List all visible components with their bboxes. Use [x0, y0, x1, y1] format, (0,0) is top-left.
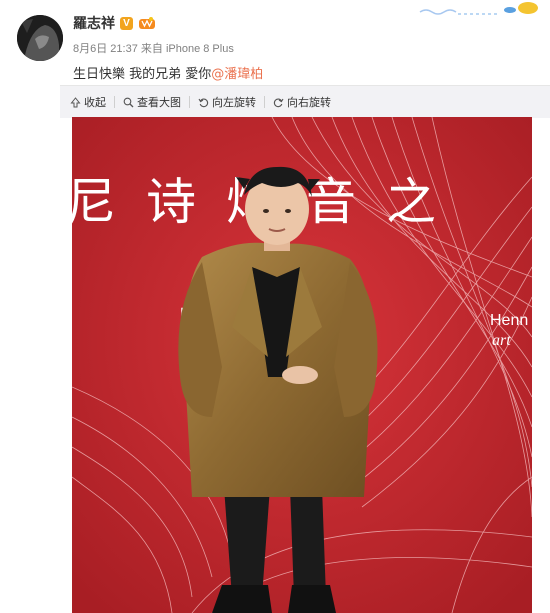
post-content: 生日快樂 我的兄弟 愛你@潘瑋柏: [73, 63, 263, 82]
collapse-button[interactable]: 收起: [70, 94, 106, 110]
mention-link[interactable]: @潘瑋柏: [211, 67, 263, 82]
toolbar-divider: [189, 96, 190, 108]
rotate-left-icon: [198, 98, 209, 107]
collapse-label: 收起: [84, 96, 106, 109]
rotate-left-button[interactable]: 向左旋转: [198, 94, 256, 110]
user-name-row: 羅志祥 V: [73, 13, 156, 33]
view-large-label: 查看大图: [137, 96, 181, 109]
rotate-right-button[interactable]: 向右旋转: [273, 94, 331, 110]
magnifier-icon: [123, 97, 134, 107]
post-date[interactable]: 8月6日 21:37: [73, 43, 138, 55]
rotate-right-label: 向右旋转: [287, 96, 331, 109]
media-toolbar: 收起 查看大图 向左旋转 向右旋转: [60, 85, 550, 118]
post-meta: 8月6日 21:37 来自 iPhone 8 Plus: [73, 40, 234, 56]
toolbar-divider: [114, 96, 115, 108]
post-source[interactable]: iPhone 8 Plus: [166, 43, 234, 55]
brand-script: art: [492, 332, 511, 349]
post-photo[interactable]: 尼诗炫音之 H Henn art: [72, 117, 532, 613]
vip-crown-icon: [139, 17, 155, 29]
rotate-right-icon: [273, 98, 284, 107]
username[interactable]: 羅志祥: [73, 13, 115, 33]
photo-image: 尼诗炫音之 H Henn art: [72, 117, 532, 613]
post-text: 生日快樂 我的兄弟 愛你: [73, 67, 212, 82]
rotate-left-label: 向左旋转: [212, 96, 256, 109]
verified-badge: V: [120, 16, 133, 30]
avatar[interactable]: [17, 15, 63, 61]
collapse-arrow-icon: [70, 96, 81, 107]
view-large-button[interactable]: 查看大图: [123, 94, 181, 110]
toolbar-divider: [264, 96, 265, 108]
source-prefix: 来自: [140, 43, 163, 55]
brand-text: Henn: [490, 312, 528, 329]
decorative-doodle: [419, 2, 538, 15]
